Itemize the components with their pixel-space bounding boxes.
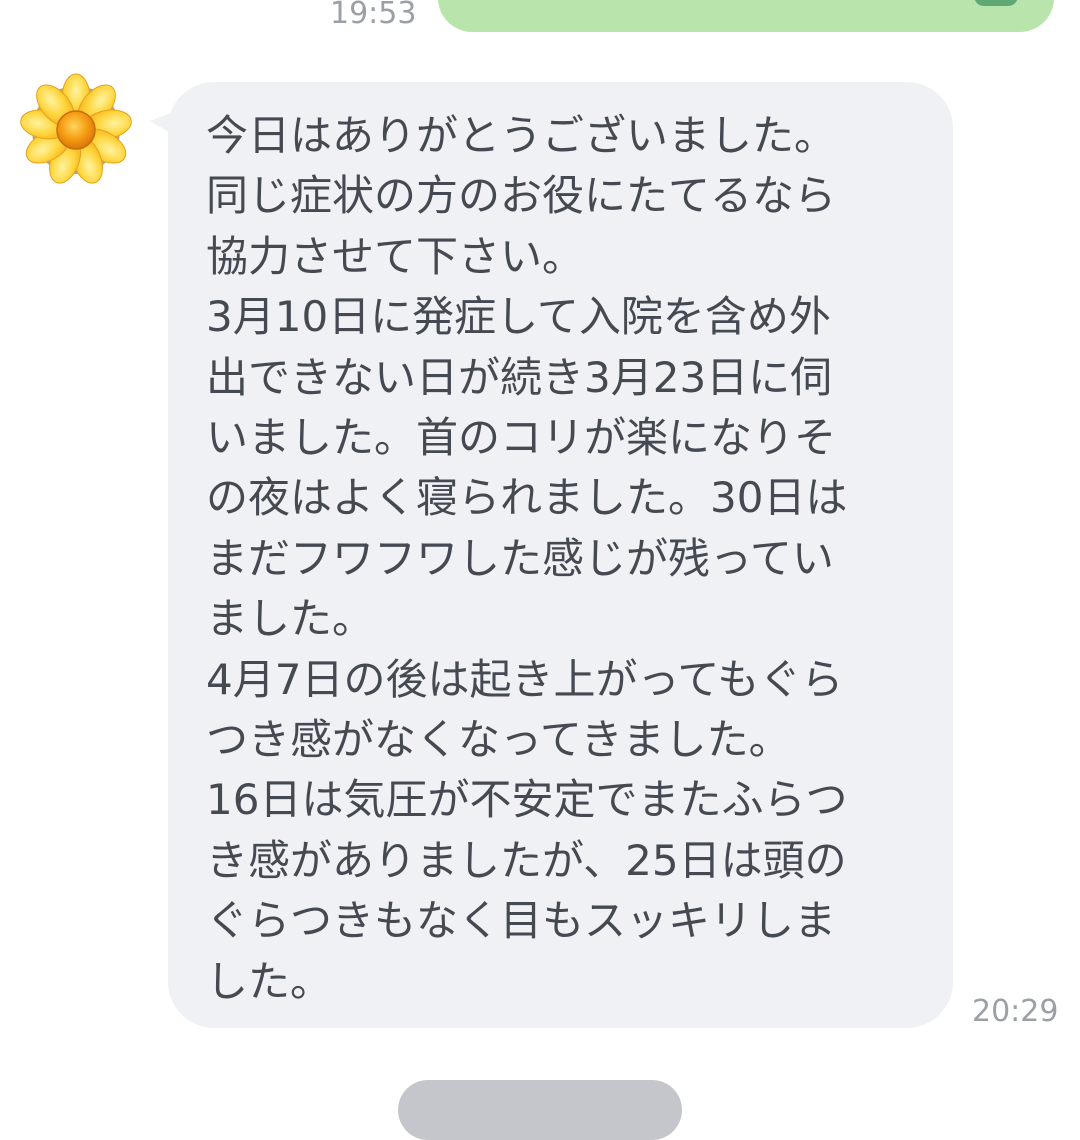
sender-avatar[interactable] bbox=[16, 70, 136, 190]
sent-message-time: 19:53 bbox=[330, 0, 417, 31]
sticker-icon bbox=[974, 0, 1018, 6]
date-separator bbox=[398, 1080, 682, 1140]
sunflower-icon bbox=[20, 73, 132, 184]
received-message-bubble[interactable]: 今日はありがとうございました。 同じ症状の方のお役にたてるなら 協力させて下さい… bbox=[168, 82, 953, 1028]
received-message-text: 今日はありがとうございました。 同じ症状の方のお役にたてるなら 協力させて下さい… bbox=[206, 111, 848, 1006]
received-message-time: 20:29 bbox=[972, 994, 1059, 1029]
sent-message-bubble[interactable] bbox=[438, 0, 1054, 32]
